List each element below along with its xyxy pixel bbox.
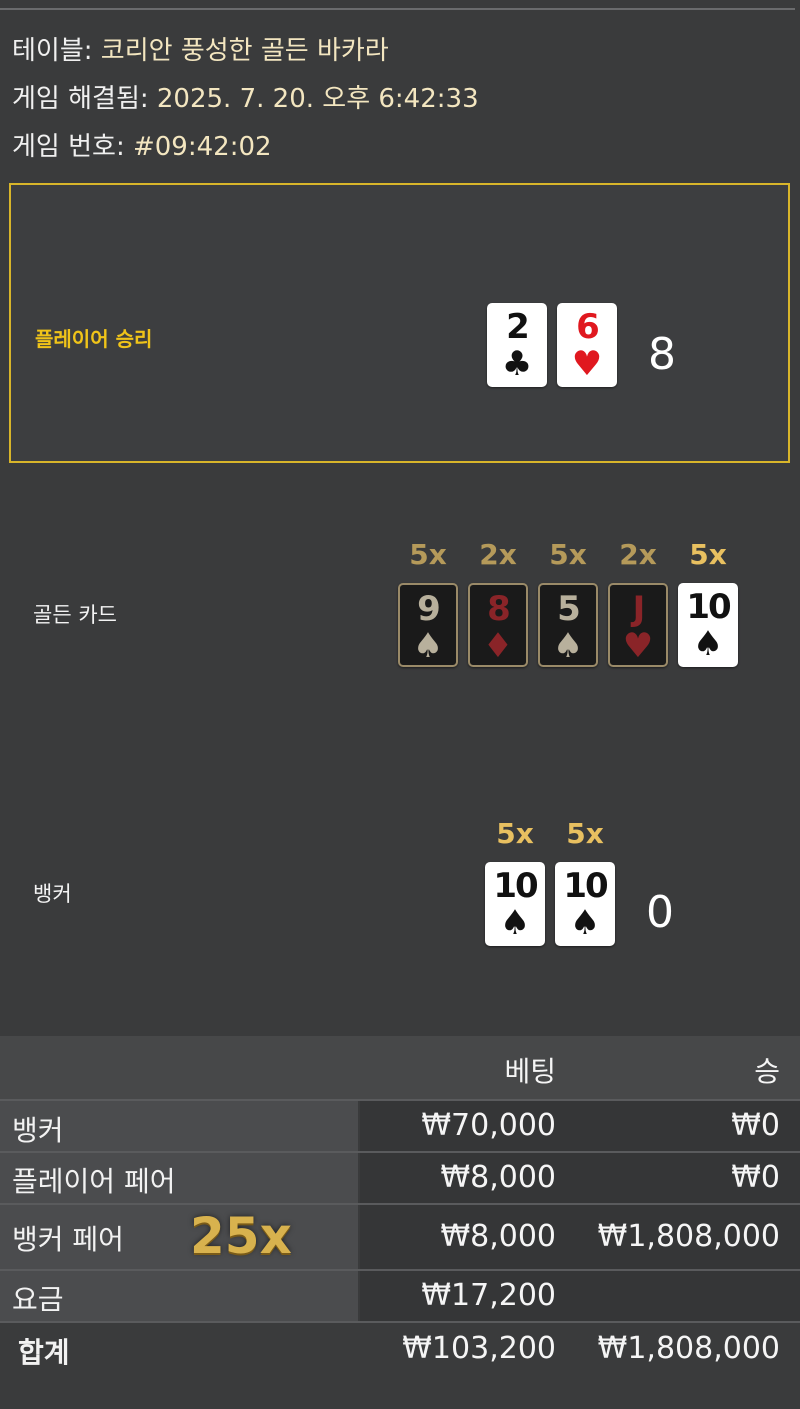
game-number-value: #09:42:02 — [132, 132, 272, 162]
row-label: 뱅커 페어 — [12, 1223, 124, 1256]
table-name-line: 테이블: 코리안 풍성한 골든 바카라 — [12, 30, 389, 67]
multiplier-badge-active: 5x — [566, 817, 604, 850]
golden-card-4: J ♥ — [608, 583, 668, 667]
card-rank: 2 — [506, 307, 530, 347]
spade-suit-icon: ♠ — [692, 624, 724, 664]
table-label: 테이블: — [12, 36, 93, 66]
game-number-line: 게임 번호: #09:42:02 — [12, 126, 272, 163]
banker-card-2: 10 ♠ — [555, 862, 615, 946]
club-suit-icon: ♣ — [501, 344, 533, 384]
table-row: 뱅커 페어 25x ₩8,000 ₩1,808,000 — [0, 1205, 800, 1269]
banker-score: 0 — [646, 887, 674, 938]
row-bet: ₩8,000 — [440, 1160, 556, 1195]
banker-card-1: 10 ♠ — [485, 862, 545, 946]
player-score: 8 — [648, 329, 676, 380]
player-result-label: 플레이어 승리 — [35, 327, 153, 351]
diamond-suit-icon: ♦ — [482, 626, 514, 666]
golden-card-3: 5 ♠ — [538, 583, 598, 667]
payout-multiplier-badge: 25x — [190, 1207, 292, 1265]
resolved-value: 2025. 7. 20. 오후 6:42:33 — [156, 84, 479, 114]
total-win: ₩1,808,000 — [597, 1331, 780, 1366]
header-bet: 베팅 — [504, 1055, 556, 1088]
row-win: ₩0 — [731, 1108, 780, 1143]
spade-suit-icon: ♠ — [569, 903, 601, 943]
game-number-label: 게임 번호: — [12, 132, 125, 162]
card-rank: 8 — [487, 589, 511, 629]
multiplier-badge: 5x — [409, 538, 447, 571]
golden-cards-label: 골든 카드 — [33, 603, 117, 627]
row-bet: ₩70,000 — [421, 1108, 556, 1143]
table-row: 요금 ₩17,200 — [0, 1271, 800, 1321]
card-rank: 5 — [557, 589, 581, 629]
total-bet: ₩103,200 — [402, 1331, 556, 1366]
heart-suit-icon: ♥ — [571, 344, 603, 384]
multiplier-badge: 2x — [619, 538, 657, 571]
multiplier-badge-active: 5x — [689, 538, 727, 571]
banker-section: 뱅커 5x 5x 10 ♠ 10 ♠ 0 — [9, 745, 790, 1025]
player-card-1: 2 ♣ — [487, 303, 547, 387]
card-rank: 6 — [576, 307, 600, 347]
golden-card-2: 8 ♦ — [468, 583, 528, 667]
banker-label: 뱅커 — [33, 882, 72, 906]
resolved-label: 게임 해결됨: — [12, 84, 149, 114]
golden-card-5: 10 ♠ — [678, 583, 738, 667]
total-row: 합계 ₩103,200 ₩1,808,000 — [0, 1323, 800, 1383]
table-row: 플레이어 페어 ₩8,000 ₩0 — [0, 1153, 800, 1203]
player-section: 플레이어 승리 2 ♣ 6 ♥ 8 — [9, 183, 790, 463]
card-rank: 10 — [686, 587, 731, 627]
multiplier-badge-active: 5x — [496, 817, 534, 850]
heart-suit-icon: ♥ — [622, 626, 654, 666]
multiplier-badge: 2x — [479, 538, 517, 571]
row-bet: ₩8,000 — [440, 1219, 556, 1254]
row-win: ₩0 — [731, 1160, 780, 1195]
card-rank: 10 — [493, 866, 538, 906]
table-header: 베팅 승 — [0, 1036, 800, 1100]
header-win: 승 — [754, 1055, 780, 1088]
row-label: 요금 — [12, 1283, 64, 1316]
golden-card-1: 9 ♠ — [398, 583, 458, 667]
row-label: 뱅커 — [12, 1114, 64, 1147]
spade-suit-icon: ♠ — [552, 626, 584, 666]
table-row: 뱅커 ₩70,000 ₩0 — [0, 1101, 800, 1151]
card-rank: 9 — [417, 589, 441, 629]
spade-suit-icon: ♠ — [412, 626, 444, 666]
golden-cards-section: 골든 카드 5x 2x 5x 2x 5x 9 ♠ 8 ♦ 5 ♠ J ♥ 10 … — [9, 465, 790, 745]
bets-table: 베팅 승 뱅커 ₩70,000 ₩0 플레이어 페어 ₩8,000 ₩0 뱅커 … — [0, 1036, 800, 1409]
spade-suit-icon: ♠ — [499, 903, 531, 943]
table-value: 코리안 풍성한 골든 바카라 — [100, 36, 389, 66]
row-bet: ₩17,200 — [421, 1278, 556, 1313]
card-rank: J — [632, 589, 646, 629]
multiplier-badge: 5x — [549, 538, 587, 571]
resolved-time-line: 게임 해결됨: 2025. 7. 20. 오후 6:42:33 — [12, 78, 479, 115]
row-label: 플레이어 페어 — [12, 1165, 176, 1198]
player-card-2: 6 ♥ — [557, 303, 617, 387]
row-win: ₩1,808,000 — [597, 1219, 780, 1254]
top-divider — [0, 8, 795, 10]
card-rank: 10 — [563, 866, 608, 906]
total-label: 합계 — [18, 1336, 70, 1369]
